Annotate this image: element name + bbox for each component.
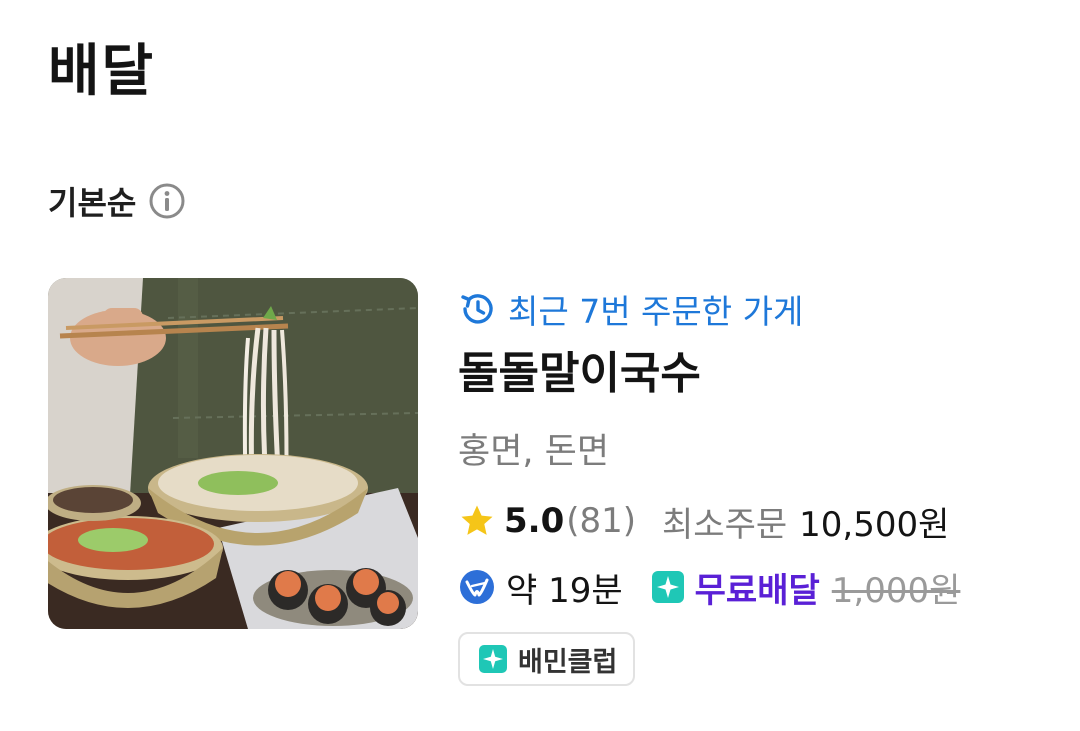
store-name[interactable]: 돌돌말이국수 [458, 344, 701, 404]
delivery-page: 배달 기본순 최근 7번 주문한 가게 돌돌말이국수 홍면, 돈면 5.0 (8… [0, 0, 1080, 731]
store-category: 홍면, 돈면 [458, 432, 610, 472]
original-delivery-fee: 1,000원 [831, 570, 961, 611]
rating-value: 5.0 [504, 501, 565, 541]
sort-label: 기본순 [48, 184, 137, 222]
min-order-value: 10,500원 [799, 504, 950, 545]
recent-order-badge: 최근 7번 주문한 가게 [458, 286, 803, 332]
review-count: (81) [566, 501, 637, 541]
noodle-dish-photo [48, 278, 418, 629]
delivery-wing-icon [460, 570, 494, 604]
page-title: 배달 [48, 39, 156, 104]
store-card[interactable]: 최근 7번 주문한 가게 돌돌말이국수 홍면, 돈면 5.0 (81) 최소주문… [48, 278, 1008, 698]
baemin-club-label: 배민클럽 [518, 646, 618, 678]
store-thumbnail [48, 278, 418, 629]
min-order-label: 최소주문 [662, 504, 788, 545]
history-clock-icon [461, 294, 493, 324]
baemin-club-badge: 배민클럽 [458, 632, 636, 686]
sort-selector[interactable]: 기본순 [48, 178, 186, 224]
info-circle-icon[interactable] [148, 182, 186, 220]
baemin-club-icon [651, 571, 684, 603]
baemin-club-badge-icon [479, 645, 507, 673]
delivery-time: 약 19분 [506, 570, 623, 611]
recent-order-text: 최근 7번 주문한 가게 [508, 292, 804, 331]
star-icon [461, 505, 493, 535]
delivery-row: 약 19분 무료배달 1,000원 [458, 562, 960, 612]
free-delivery-label: 무료배달 [694, 570, 820, 611]
rating-row: 5.0 (81) 최소주문 10,500원 [458, 496, 949, 546]
